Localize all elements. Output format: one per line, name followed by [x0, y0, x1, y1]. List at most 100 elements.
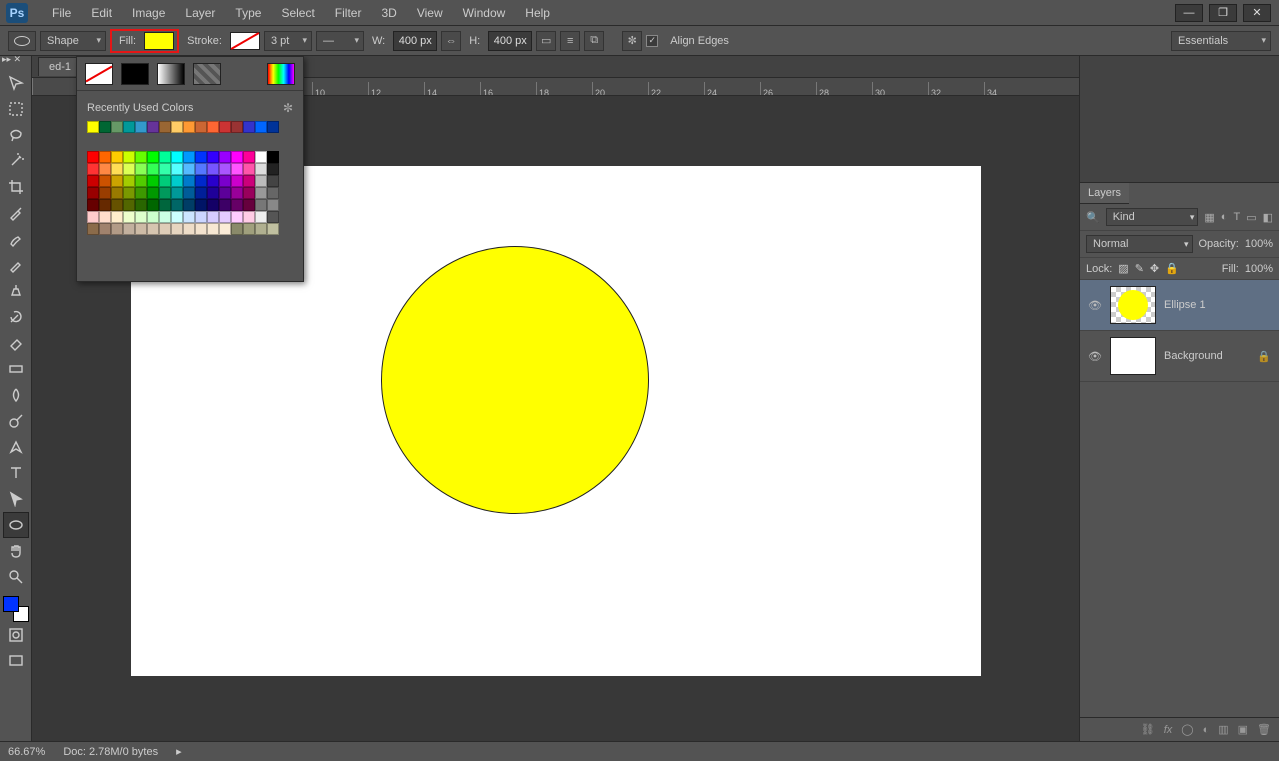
color-swatch[interactable]	[147, 175, 159, 187]
color-swatch[interactable]	[135, 199, 147, 211]
color-swatch[interactable]	[231, 223, 243, 235]
color-swatch[interactable]	[267, 187, 279, 199]
tool-mode-dropdown[interactable]: Shape	[40, 31, 106, 51]
color-swatch[interactable]	[171, 199, 183, 211]
filter-type-icon[interactable]: T	[1233, 211, 1240, 224]
current-tool-icon[interactable]	[8, 31, 36, 51]
mode-pattern[interactable]	[193, 63, 221, 85]
color-swatch[interactable]	[243, 199, 255, 211]
layers-tab[interactable]: Layers	[1080, 183, 1129, 204]
pen-tool[interactable]	[3, 434, 29, 460]
color-swatch[interactable]	[255, 163, 267, 175]
color-swatch[interactable]	[87, 163, 99, 175]
color-swatch[interactable]	[171, 121, 183, 133]
color-swatch[interactable]	[255, 187, 267, 199]
color-swatch[interactable]	[195, 187, 207, 199]
color-swatch[interactable]	[267, 223, 279, 235]
color-swatch[interactable]	[219, 175, 231, 187]
dodge-tool[interactable]	[3, 408, 29, 434]
color-swatch[interactable]	[123, 151, 135, 163]
color-swatch[interactable]	[87, 175, 99, 187]
color-swatch[interactable]	[123, 175, 135, 187]
link-layers-icon[interactable]: ⛓	[1141, 723, 1155, 736]
color-swatch[interactable]	[99, 199, 111, 211]
color-swatch[interactable]	[243, 187, 255, 199]
move-tool[interactable]	[3, 70, 29, 96]
color-swatch[interactable]	[267, 151, 279, 163]
color-swatch[interactable]	[99, 151, 111, 163]
color-swatch[interactable]	[219, 223, 231, 235]
color-swatch[interactable]	[231, 175, 243, 187]
color-swatch[interactable]	[183, 151, 195, 163]
color-swatch[interactable]	[99, 211, 111, 223]
color-swatch[interactable]	[267, 199, 279, 211]
mode-solid-color[interactable]	[121, 63, 149, 85]
layer-thumbnail[interactable]	[1110, 337, 1156, 375]
stroke-width-dropdown[interactable]: 3 pt	[264, 31, 312, 51]
color-swatch[interactable]	[219, 163, 231, 175]
color-swatch[interactable]	[183, 211, 195, 223]
window-close-button[interactable]: ✕	[1243, 4, 1271, 22]
blend-mode-dropdown[interactable]: Normal	[1086, 235, 1193, 253]
color-swatch[interactable]	[207, 211, 219, 223]
color-swatch[interactable]	[123, 223, 135, 235]
screenmode-tool[interactable]	[3, 648, 29, 674]
filter-pixel-icon[interactable]: ▦	[1204, 211, 1214, 224]
lock-transparency-icon[interactable]: ▨	[1118, 262, 1128, 275]
color-swatch[interactable]	[207, 223, 219, 235]
color-wells[interactable]	[3, 596, 29, 622]
color-swatch[interactable]	[219, 121, 231, 133]
color-swatch[interactable]	[267, 121, 279, 133]
color-swatch[interactable]	[147, 187, 159, 199]
color-swatch[interactable]	[135, 211, 147, 223]
color-swatch[interactable]	[183, 121, 195, 133]
color-swatch[interactable]	[135, 187, 147, 199]
color-swatch[interactable]	[243, 223, 255, 235]
fill-color-button[interactable]	[144, 32, 174, 50]
type-tool[interactable]	[3, 460, 29, 486]
color-swatch[interactable]	[123, 163, 135, 175]
layer-name[interactable]: Background	[1164, 350, 1223, 362]
layer-mask-icon[interactable]: ◯	[1181, 723, 1193, 736]
color-swatch[interactable]	[195, 211, 207, 223]
color-swatch[interactable]	[231, 151, 243, 163]
marquee-tool[interactable]	[3, 96, 29, 122]
history-brush-tool[interactable]	[3, 304, 29, 330]
popover-menu-icon[interactable]: ✼	[283, 101, 293, 115]
color-swatch[interactable]	[111, 211, 123, 223]
color-swatch[interactable]	[195, 199, 207, 211]
color-swatch[interactable]	[195, 175, 207, 187]
window-restore-button[interactable]: ❐	[1209, 4, 1237, 22]
color-swatch[interactable]	[159, 151, 171, 163]
color-swatch[interactable]	[195, 163, 207, 175]
menu-image[interactable]: Image	[122, 1, 175, 25]
eyedropper-tool[interactable]	[3, 200, 29, 226]
lock-position-icon[interactable]: ✥	[1150, 262, 1159, 275]
color-swatch[interactable]	[159, 121, 171, 133]
color-swatch[interactable]	[111, 187, 123, 199]
filter-shape-icon[interactable]: ▭	[1246, 211, 1256, 224]
color-swatch[interactable]	[123, 211, 135, 223]
color-swatch[interactable]	[147, 163, 159, 175]
link-wh-icon[interactable]: ⇔	[441, 31, 461, 51]
color-swatch[interactable]	[123, 121, 135, 133]
layer-fill-value[interactable]: 100%	[1245, 263, 1273, 275]
menu-type[interactable]: Type	[225, 1, 271, 25]
color-swatch[interactable]	[207, 175, 219, 187]
color-swatch[interactable]	[135, 175, 147, 187]
color-swatch[interactable]	[243, 163, 255, 175]
window-minimize-button[interactable]: —	[1175, 4, 1203, 22]
color-swatch[interactable]	[135, 151, 147, 163]
quickmask-tool[interactable]	[3, 622, 29, 648]
align-edges-checkbox[interactable]: ✓	[646, 35, 658, 47]
path-combine-icon[interactable]: ▭	[536, 31, 556, 51]
layer-name[interactable]: Ellipse 1	[1164, 299, 1206, 311]
color-swatch[interactable]	[111, 121, 123, 133]
color-swatch[interactable]	[195, 223, 207, 235]
brush-tool[interactable]	[3, 252, 29, 278]
path-selection-tool[interactable]	[3, 486, 29, 512]
color-swatch[interactable]	[207, 187, 219, 199]
color-swatch[interactable]	[243, 175, 255, 187]
color-swatch[interactable]	[111, 199, 123, 211]
color-swatch[interactable]	[99, 223, 111, 235]
